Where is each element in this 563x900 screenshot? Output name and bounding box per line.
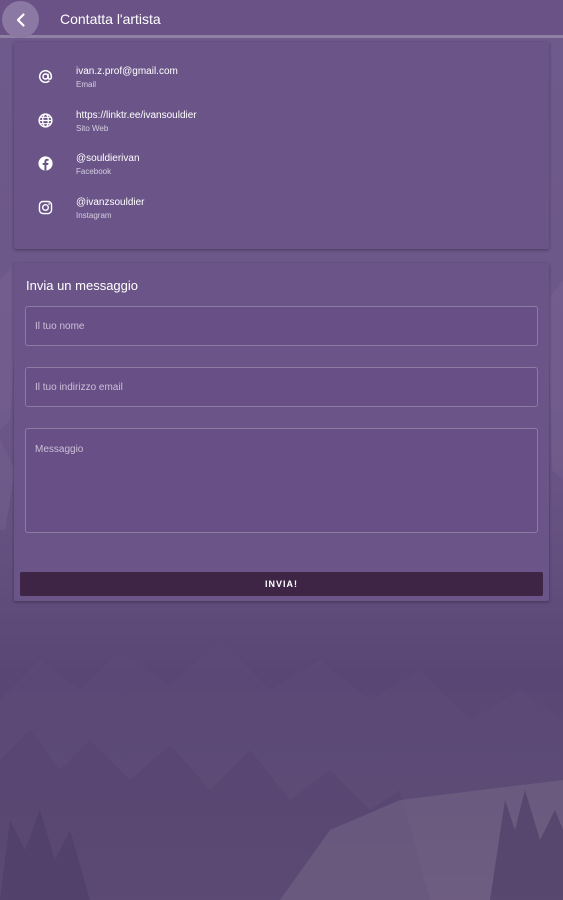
contact-value: ivan.z.prof@gmail.com bbox=[76, 66, 178, 77]
contact-instagram[interactable]: @ivanzsouldier Instagram bbox=[14, 197, 549, 237]
email-input[interactable]: Il tuo indirizzo email bbox=[25, 367, 538, 407]
instagram-icon bbox=[37, 199, 54, 216]
message-heading: Invia un messaggio bbox=[26, 278, 139, 293]
contacts-card: ivan.z.prof@gmail.com Email https://link… bbox=[14, 42, 549, 249]
app-bar: Contatta l'artista bbox=[0, 0, 563, 38]
contact-label: Instagram bbox=[76, 211, 112, 220]
message-placeholder: Messaggio bbox=[35, 444, 84, 455]
send-button[interactable]: INVIA! bbox=[20, 572, 543, 596]
contact-value: https://linktr.ee/ivansouldier bbox=[76, 110, 197, 121]
contact-label: Facebook bbox=[76, 167, 112, 176]
message-textarea[interactable]: Messaggio bbox=[25, 428, 538, 533]
contact-value: @souldierivan bbox=[76, 153, 140, 164]
name-input[interactable]: Il tuo nome bbox=[25, 306, 538, 346]
email-placeholder: Il tuo indirizzo email bbox=[35, 382, 123, 393]
contact-email[interactable]: ivan.z.prof@gmail.com Email bbox=[14, 66, 549, 106]
contact-facebook[interactable]: @souldierivan Facebook bbox=[14, 153, 549, 193]
contact-value: @ivanzsouldier bbox=[76, 197, 145, 208]
at-icon bbox=[37, 68, 54, 85]
globe-icon bbox=[37, 112, 54, 129]
page-title: Contatta l'artista bbox=[60, 11, 161, 27]
back-button[interactable] bbox=[2, 1, 39, 38]
contact-website[interactable]: https://linktr.ee/ivansouldier Sito Web bbox=[14, 110, 549, 150]
message-card: Invia un messaggio Il tuo nome Il tuo in… bbox=[14, 263, 549, 601]
contact-label: Email bbox=[76, 80, 97, 89]
contact-label: Sito Web bbox=[76, 124, 109, 133]
facebook-icon bbox=[37, 155, 54, 172]
name-placeholder: Il tuo nome bbox=[35, 321, 85, 332]
chevron-left-icon bbox=[16, 12, 25, 27]
